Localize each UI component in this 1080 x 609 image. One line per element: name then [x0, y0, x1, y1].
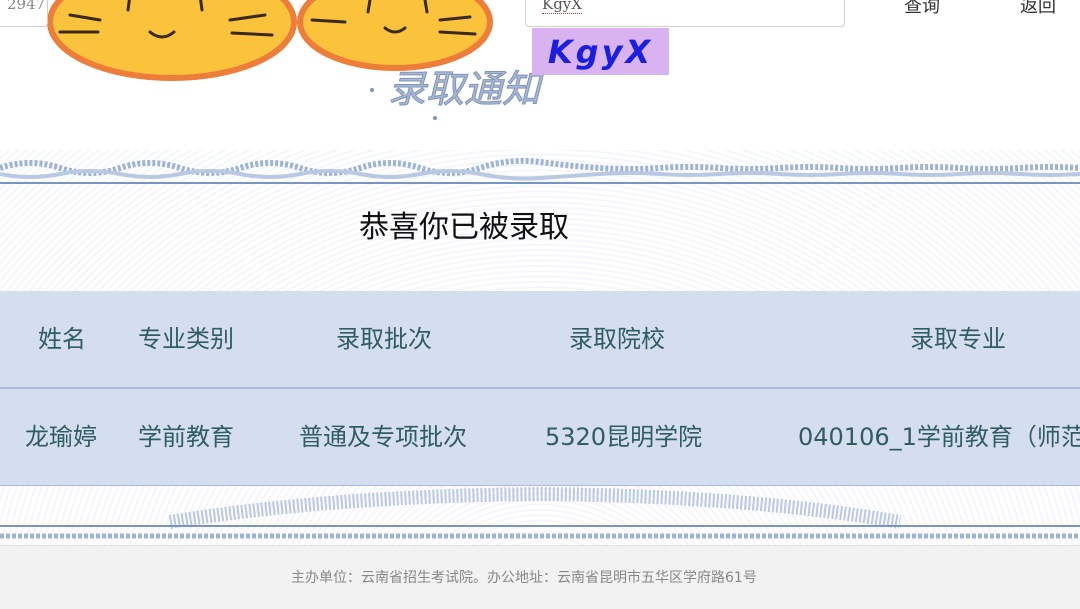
congrats-heading: 恭喜你已被录取 [359, 210, 569, 245]
exam-number-value: 2947 [7, 0, 46, 13]
svg-text:录取通知: 录取通知 [388, 67, 544, 111]
guilloche-border-bottom [0, 486, 1080, 539]
header-admission-school: 录取院校 [569, 325, 665, 353]
table-header-row: 姓名 专业类别 录取批次 录取院校 录取专业 [0, 291, 1080, 389]
header-admission-major: 录取专业 [910, 325, 1006, 353]
exam-number-input[interactable]: 2947 [0, 0, 48, 27]
admission-result-table: 姓名 专业类别 录取批次 录取院校 录取专业 龙瑜婷 学前教育 普通及专项批次 … [0, 291, 1080, 486]
back-button[interactable]: 返回 [1020, 0, 1056, 18]
header-major-category: 专业类别 [138, 325, 234, 353]
cell-major-category: 学前教育 [138, 423, 234, 451]
cell-name: 龙瑜婷 [25, 423, 97, 451]
cell-admission-major: 040106_1学前教育（师范类 [798, 423, 1080, 451]
footer-text: 主办单位：云南省招生考试院。办公地址：云南省昆明市五华区学府路61号 [291, 570, 757, 586]
captcha-image[interactable]: KgyX [532, 28, 669, 75]
certificate-border-line-top [0, 182, 1080, 184]
footer: 主办单位：云南省招生考试院。办公地址：云南省昆明市五华区学府路61号 [0, 545, 1080, 609]
cell-admission-school: 5320昆明学院 [545, 423, 703, 451]
captcha-input-value: KgyX [542, 0, 582, 14]
table-row: 龙瑜婷 学前教育 普通及专项批次 5320昆明学院 040106_1学前教育（师… [0, 389, 1080, 486]
certificate-border-line-bottom [0, 525, 1080, 527]
guilloche-border-top [0, 157, 1080, 181]
query-button[interactable]: 查询 [904, 0, 940, 18]
header-name: 姓名 [38, 325, 86, 353]
captcha-input[interactable]: KgyX [525, 0, 845, 27]
cell-admission-batch: 普通及专项批次 [299, 423, 467, 451]
header-admission-batch: 录取批次 [336, 325, 432, 353]
